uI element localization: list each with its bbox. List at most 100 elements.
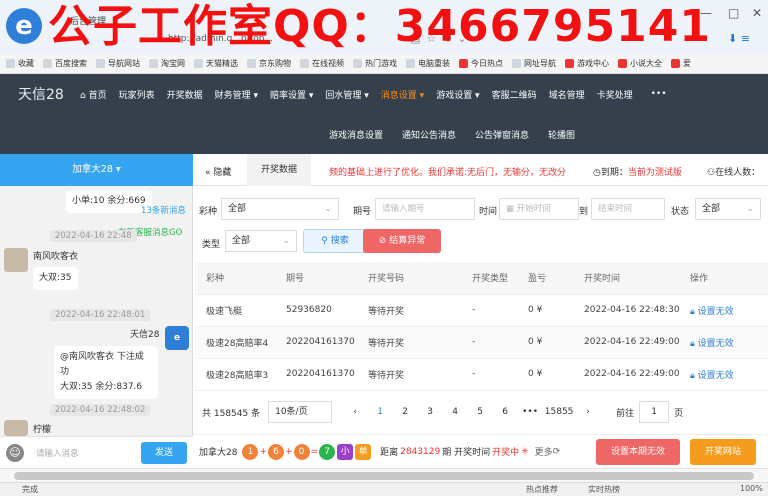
chat-username: 天信28: [130, 330, 160, 340]
more-link[interactable]: 更多: [535, 445, 553, 458]
bookmark-item[interactable]: 小说大全: [618, 58, 662, 69]
set-invalid-link[interactable]: 🔒︎ 设置无效: [680, 358, 768, 391]
page-last[interactable]: 15855: [544, 402, 574, 422]
search-button[interactable]: ⚲ 搜索: [303, 229, 367, 253]
page-2[interactable]: 2: [394, 402, 416, 422]
lottery-select[interactable]: 全部 ⌄: [221, 198, 339, 220]
next-page-icon[interactable]: ›: [577, 402, 599, 422]
download-icon[interactable]: ⬇ ≡: [728, 32, 750, 45]
bookmark-item[interactable]: 在线视频: [300, 58, 344, 69]
nav-finance[interactable]: 财务管理 ▾: [215, 88, 258, 101]
nav-stuck-draw[interactable]: 卡奖处理: [597, 88, 633, 101]
page-4[interactable]: 4: [444, 402, 466, 422]
subnav-game-message[interactable]: 游戏消息设置: [329, 128, 383, 141]
new-messages-link[interactable]: 13条新消息: [141, 204, 186, 216]
nav-service-qrcode[interactable]: 客服二维码: [492, 88, 537, 101]
online-count: ⚇在线人数：: [707, 168, 761, 178]
nav-domain[interactable]: 域名管理: [549, 88, 585, 101]
bookmark-item[interactable]: 电脑重装: [406, 58, 450, 69]
chat-input[interactable]: 请输入消息: [36, 447, 79, 459]
open-site-button[interactable]: 开奖网站: [690, 439, 756, 465]
browser-logo-icon: e: [6, 8, 42, 44]
emoji-icon[interactable]: ☺: [6, 444, 24, 462]
chat-timestamp: 2022-04-16 22:48: [50, 230, 137, 242]
start-time-input[interactable]: ▦ 开始时间: [499, 198, 579, 220]
page-1[interactable]: 1: [369, 402, 391, 422]
marquee-notice: 频的基础上进行了优化。我们承诺:无后门，无输分，无改分: [329, 168, 567, 178]
total-count: 共 158545 条: [202, 408, 261, 419]
bookmark-item[interactable]: 百度搜索: [43, 58, 87, 69]
set-period-invalid-button[interactable]: 设置本期无效: [596, 439, 680, 465]
clock-icon: ◷: [593, 168, 601, 178]
page-icon: [247, 59, 256, 68]
chat-input-bar: ☺ 请输入消息 发送: [0, 436, 193, 468]
bookmark-item[interactable]: 天猫精选: [194, 58, 238, 69]
type-select[interactable]: 全部 ⌄: [225, 230, 297, 252]
top-nav: 天信28 ⌂ 首页 玩家列表 开奖数据 财务管理 ▾ 赔率设置 ▾ 回水管理 ▾…: [0, 74, 768, 114]
col-lottery: 彩种: [196, 262, 276, 295]
bookmark-item[interactable]: 游戏中心: [565, 58, 609, 69]
bookmark-item[interactable]: 爱: [671, 58, 691, 69]
sub-nav: 游戏消息设置 通知公告消息 公告弹窗消息 轮播图: [0, 114, 768, 154]
nav-odds[interactable]: 赔率设置 ▾: [270, 88, 313, 101]
nav-home[interactable]: ⌂ 首页: [80, 88, 107, 101]
col-actions: 操作: [680, 262, 768, 295]
status-select[interactable]: 全部 ⌄: [695, 198, 761, 220]
nav-players[interactable]: 玩家列表: [119, 88, 155, 101]
refresh-icon[interactable]: ⟳: [553, 447, 561, 457]
nav-more-icon[interactable]: •••: [651, 89, 667, 99]
horizontal-scrollbar[interactable]: [0, 468, 768, 482]
set-invalid-link[interactable]: 🔒︎ 设置无效: [680, 326, 768, 359]
page-icon: [43, 59, 52, 68]
settle-error-button[interactable]: ⊘ 结算异常: [363, 229, 441, 253]
page-6[interactable]: 6: [494, 402, 516, 422]
set-invalid-link[interactable]: 🔒︎ 设置无效: [680, 294, 768, 327]
tag-single: 单: [355, 443, 372, 460]
nav-draw-data[interactable]: 开奖数据: [167, 88, 203, 101]
page-size-select[interactable]: 10条/页: [268, 401, 333, 423]
subnav-popup[interactable]: 公告弹窗消息: [475, 128, 529, 141]
nav-message-settings[interactable]: 消息设置 ▾: [381, 88, 424, 101]
bookmark-item[interactable]: 今日热点: [459, 58, 503, 69]
nav-game-settings[interactable]: 游戏设置 ▾: [436, 88, 479, 101]
subnav-carousel[interactable]: 轮播图: [548, 128, 575, 141]
send-button[interactable]: 发送: [141, 442, 187, 464]
bookmark-item[interactable]: 热门游戏: [353, 58, 397, 69]
game-icon: [565, 59, 574, 68]
page-ellipsis[interactable]: •••: [519, 402, 541, 422]
goto-page-input[interactable]: 1: [639, 401, 670, 423]
hide-sidebar-button[interactable]: « 隐藏: [205, 165, 231, 178]
brand-logo[interactable]: 天信28: [0, 84, 80, 104]
chat-game-select[interactable]: 加拿大28 ▾: [0, 154, 193, 186]
tab-draw-data[interactable]: 开奖数据: [247, 154, 311, 186]
bookmark-item[interactable]: 网址导航: [512, 58, 556, 69]
subnav-notice[interactable]: 通知公告消息: [402, 128, 456, 141]
chat-message: @南风吹客衣 下注成功 大双:35 余分:837.6: [54, 346, 158, 399]
page-5[interactable]: 5: [469, 402, 491, 422]
zoom-level[interactable]: 100%: [740, 484, 763, 493]
page-3[interactable]: 3: [419, 402, 441, 422]
prev-page-icon[interactable]: ‹: [344, 402, 366, 422]
bookmark-item[interactable]: 淘宝网: [149, 58, 185, 69]
hot-recommend[interactable]: 热点推荐: [526, 484, 558, 495]
pagination: 共 158545 条 10条/页 ‹ 1 2 3 4 5 6 ••• 15855…: [196, 401, 768, 423]
maximize-icon[interactable]: □: [728, 6, 739, 20]
bookmark-item[interactable]: 收藏: [6, 58, 34, 69]
realtime-hot[interactable]: 实时热榜: [588, 484, 620, 495]
nav-rebate[interactable]: 回水管理 ▾: [325, 88, 368, 101]
chat-username: 南风吹客衣: [33, 252, 79, 262]
bookmark-item[interactable]: 京东购物: [247, 58, 291, 69]
avatar: [4, 420, 28, 436]
alert-icon: ⊘: [378, 236, 390, 246]
chat-message: 大双:35: [33, 267, 78, 290]
issue-input[interactable]: 请输入期号: [375, 198, 475, 220]
col-type: 开奖类型: [462, 262, 518, 295]
end-time-input[interactable]: 结束时间: [591, 198, 665, 220]
col-numbers: 开奖号码: [358, 262, 462, 295]
status-label: 状态: [671, 207, 690, 217]
scrollbar-thumb[interactable]: [14, 472, 754, 480]
close-icon[interactable]: ✕: [752, 6, 762, 20]
bookmark-item[interactable]: 导航网站: [96, 58, 140, 69]
search-icon: ⚲: [321, 236, 331, 246]
user-icon: ⚇: [707, 168, 716, 178]
